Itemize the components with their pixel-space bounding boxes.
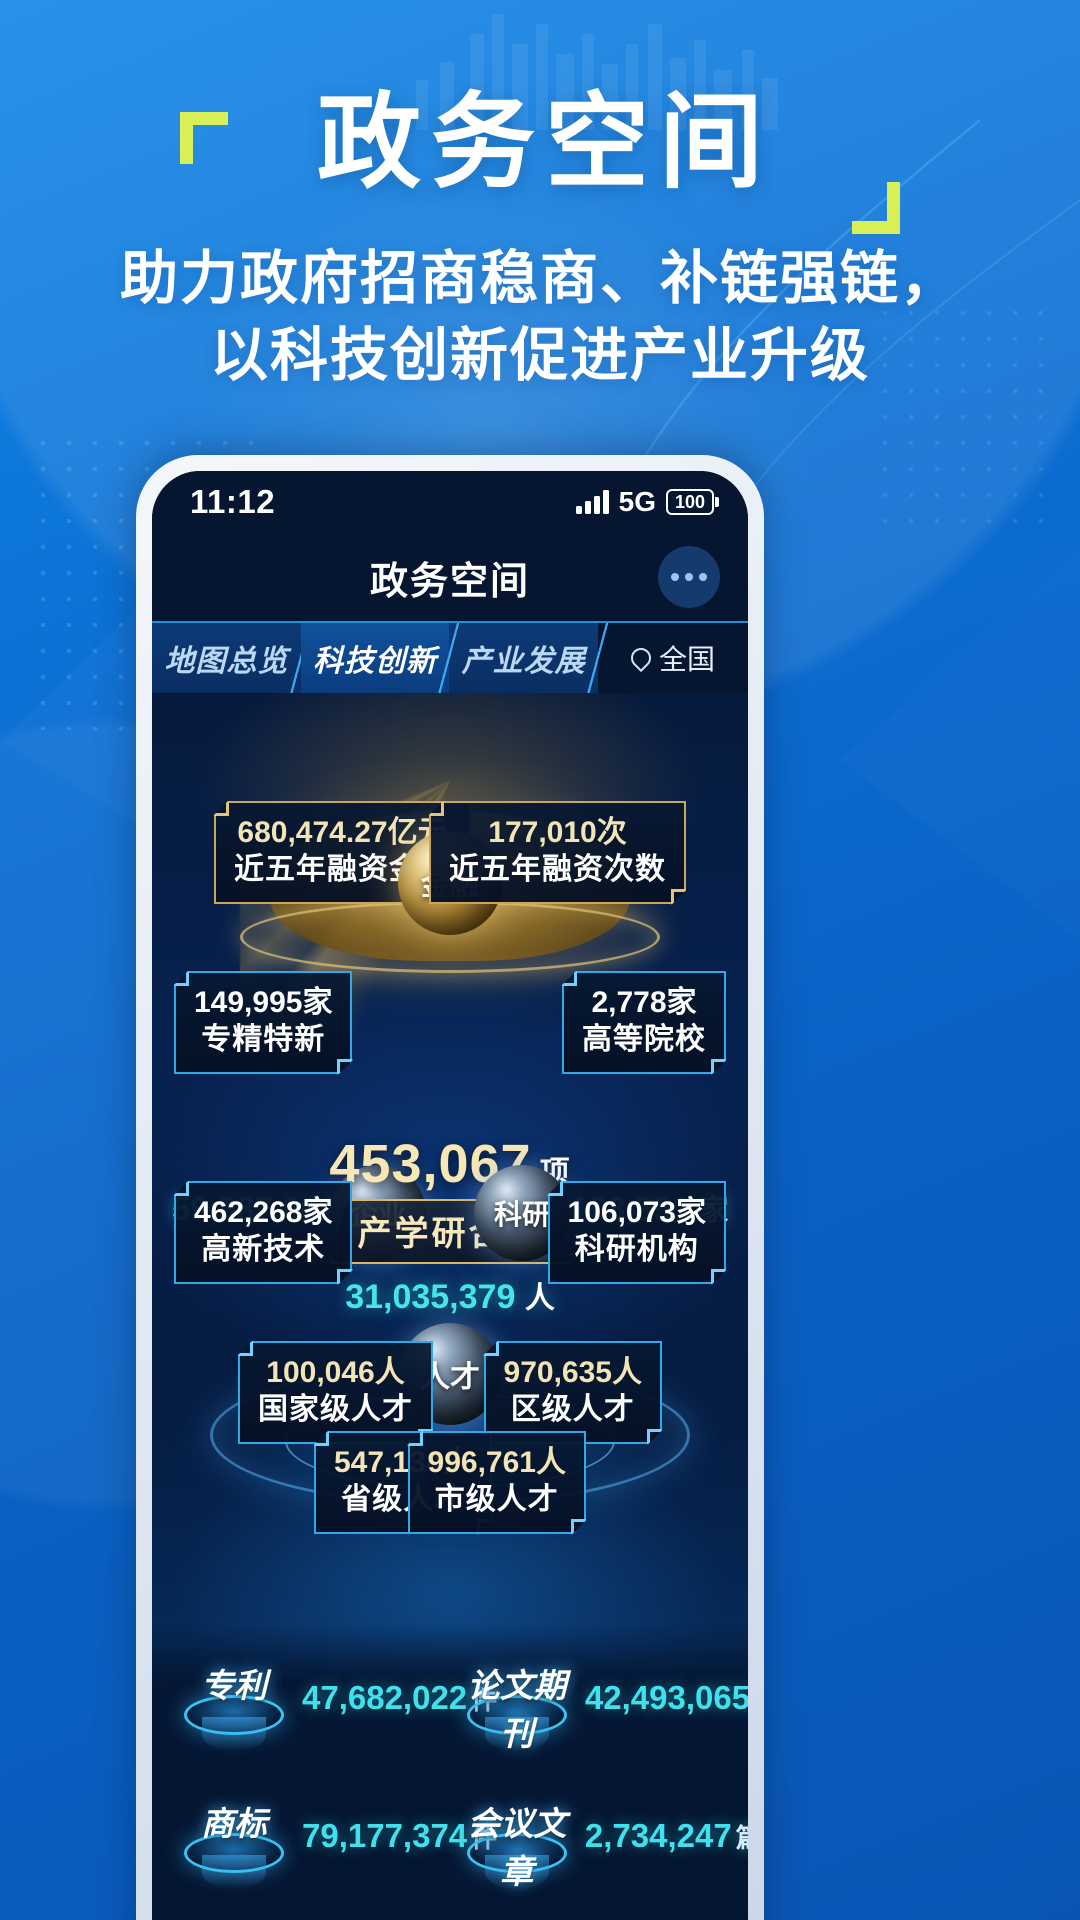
promo-title: 政务空间 xyxy=(316,81,773,203)
tab-tech-innovation[interactable]: 科技创新 xyxy=(300,623,463,693)
card-hightech-enterprises[interactable]: 462,268家 高新技术 xyxy=(174,1181,352,1284)
card-universities-label: 高等院校 xyxy=(582,1022,706,1056)
card-specialized-sme[interactable]: 149,995家 专精特新 xyxy=(174,971,352,1074)
location-pin-icon xyxy=(626,643,656,673)
card-finance-count[interactable]: 177,010次 近五年融资次数 xyxy=(429,801,686,904)
tab-industry-development[interactable]: 产业发展 xyxy=(449,623,612,693)
metric-patents-name: 专利 xyxy=(201,1667,267,1704)
status-bar: 11:12 5G 100 xyxy=(152,471,748,533)
metric-conference-papers-name: 会议文章 xyxy=(467,1805,567,1890)
more-dots-icon[interactable] xyxy=(658,546,720,608)
patent-badge-icon: 专利 xyxy=(178,1657,290,1751)
card-national-talent-label: 国家级人才 xyxy=(258,1392,413,1426)
card-finance-count-label: 近五年融资次数 xyxy=(449,852,666,886)
card-city-talent-label: 市级人才 xyxy=(434,1482,559,1516)
battery-level-label: 100 xyxy=(674,491,706,512)
phone-mockup: 11:12 5G 100 政务空间 地图总览 科技创新 产业发展 全国 680,… xyxy=(136,455,764,1920)
metric-conference-papers-value-row: 2,734,247篇 xyxy=(585,1817,748,1855)
app-header: 政务空间 xyxy=(152,533,748,621)
status-indicators: 5G 100 xyxy=(575,486,719,518)
talent-total-unit: 人 xyxy=(524,1282,555,1315)
talent-total: 31,035,379 人 xyxy=(345,1273,555,1317)
card-specialized-sme-label: 专精特新 xyxy=(201,1022,326,1056)
card-finance-count-value: 177,010次 xyxy=(488,816,627,849)
status-time: 11:12 xyxy=(190,483,276,520)
card-universities[interactable]: 2,778家 高等院校 xyxy=(562,971,726,1074)
metric-patents-value: 47,682,022 xyxy=(302,1679,468,1716)
battery-icon: 100 xyxy=(666,489,719,515)
metric-row: 商标 79,177,374件 会议文章 2,734,247篇 xyxy=(178,1795,748,1890)
talent-total-value: 31,035,379 xyxy=(345,1278,516,1316)
conference-badge-icon: 会议文章 xyxy=(461,1795,573,1890)
phone-screen: 11:12 5G 100 政务空间 地图总览 科技创新 产业发展 全国 680,… xyxy=(152,471,748,1920)
metric-journal-papers-name: 论文期刊 xyxy=(467,1667,567,1752)
metric-journal-papers-value: 42,493,065 xyxy=(584,1679,748,1716)
metric-row: 专利 47,682,022件 论文期刊 42,493,065篇 xyxy=(178,1657,748,1752)
signal-bars-icon xyxy=(575,490,609,514)
card-hightech-label: 高新技术 xyxy=(201,1232,326,1266)
bracket-top-left-decoration xyxy=(180,112,228,164)
region-selector-label: 全国 xyxy=(659,644,716,675)
card-national-talent-value: 100,046人 xyxy=(266,1356,405,1389)
metric-journal-papers[interactable]: 论文期刊 42,493,065篇 xyxy=(461,1657,748,1752)
metric-journal-papers-value-row: 42,493,065篇 xyxy=(585,1679,748,1717)
card-research-institutes[interactable]: 106,073家 科研机构 xyxy=(548,1181,726,1284)
innovation-visualization: 680,474.27亿元 近五年融资金额 金融 177,010次 近五年融资次数… xyxy=(152,693,748,1920)
promo-subtitle: 助力政府招商稳商、补链强链， 以科技创新促进产业升级 xyxy=(0,240,1080,394)
card-district-talent-label: 区级人才 xyxy=(510,1392,635,1426)
card-universities-value: 2,778家 xyxy=(591,986,697,1019)
card-research-institutes-value: 106,073家 xyxy=(567,1196,706,1229)
metric-trademarks-name: 商标 xyxy=(201,1805,267,1842)
metric-trademarks-value: 79,177,374 xyxy=(302,1817,468,1854)
promo-subtitle-line-1: 助力政府招商稳商、补链强链， xyxy=(119,246,960,312)
metric-conference-papers-value: 2,734,247 xyxy=(584,1817,732,1854)
tab-map-overview[interactable]: 地图总览 xyxy=(152,623,315,693)
card-specialized-sme-value: 149,995家 xyxy=(194,986,333,1019)
journal-badge-icon: 论文期刊 xyxy=(461,1657,573,1752)
metric-conference-papers[interactable]: 会议文章 2,734,247篇 xyxy=(461,1795,748,1890)
metric-patents[interactable]: 专利 47,682,022件 xyxy=(178,1657,497,1751)
card-district-talent[interactable]: 970,635人 区级人才 xyxy=(484,1341,662,1444)
tab-bar: 地图总览 科技创新 产业发展 全国 xyxy=(152,621,748,693)
card-district-talent-value: 970,635人 xyxy=(503,1356,642,1389)
metric-conference-papers-unit: 篇 xyxy=(736,1823,748,1853)
card-hightech-value: 462,268家 xyxy=(194,1196,333,1229)
card-national-talent[interactable]: 100,046人 国家级人才 xyxy=(238,1341,433,1444)
promo-subtitle-line-2: 以科技创新促进产业升级 xyxy=(209,323,870,389)
metric-trademarks[interactable]: 商标 79,177,374件 xyxy=(178,1795,497,1889)
bottom-metrics: 专利 47,682,022件 论文期刊 42,493,065篇 xyxy=(152,1623,748,1920)
bracket-bottom-right-decoration xyxy=(852,182,900,234)
trademark-badge-icon: 商标 xyxy=(178,1795,290,1889)
promo-copy-block: 政务空间 助力政府招商稳商、补链强链， 以科技创新促进产业升级 xyxy=(0,86,1080,395)
page-title: 政务空间 xyxy=(369,560,530,603)
card-research-institutes-label: 科研机构 xyxy=(574,1232,699,1266)
network-type-label: 5G xyxy=(618,486,656,517)
card-city-talent-value: 996,761人 xyxy=(427,1446,566,1479)
region-selector[interactable]: 全国 xyxy=(598,623,748,693)
card-city-talent[interactable]: 996,761人 市级人才 xyxy=(408,1431,586,1534)
